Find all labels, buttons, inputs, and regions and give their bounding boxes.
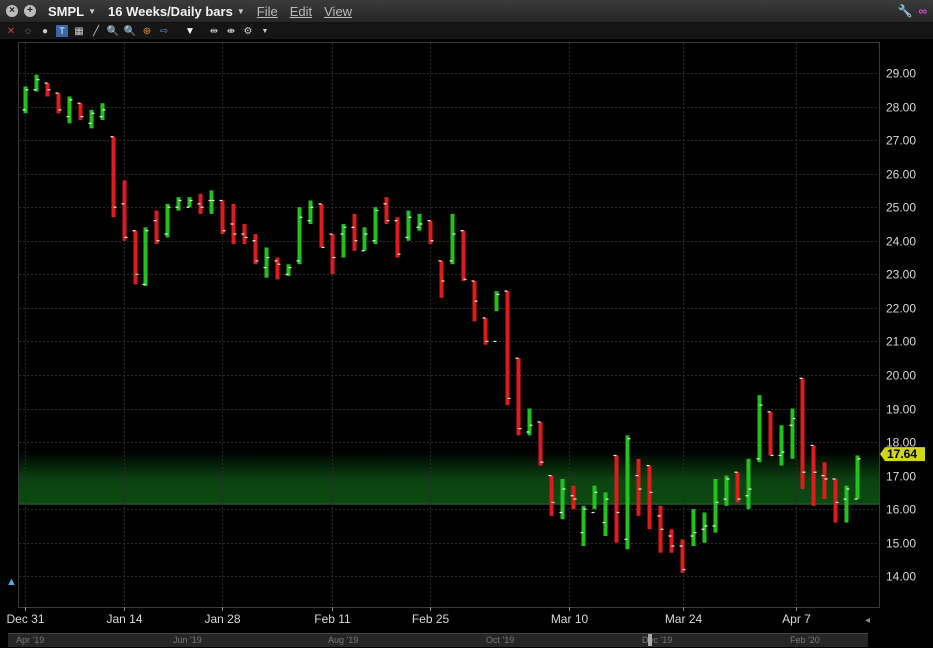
y-tick-label: 26.00 (886, 168, 916, 182)
y-tick-label: 24.00 (886, 235, 916, 249)
y-tick-label: 14.00 (886, 570, 916, 584)
scroll-thumb[interactable] (648, 634, 652, 646)
y-tick-label: 21.00 (886, 335, 916, 349)
scroll-label-dec19: Dec '19 (642, 635, 673, 645)
y-tick-label: 20.00 (886, 369, 916, 383)
y-tick-label: 17.00 (886, 470, 916, 484)
scroll-label-feb20: Feb '20 (790, 635, 820, 645)
y-tick-label: 16.00 (886, 503, 916, 517)
x-tick-label: Feb 11 (314, 612, 351, 626)
x-tick-label: Mar 24 (665, 612, 703, 626)
last-price-label: 17.64 (887, 447, 917, 461)
y-tick-label: 28.00 (886, 101, 916, 115)
scroll-label-apr19: Apr '19 (16, 635, 45, 645)
scroll-label-oct19: Oct '19 (486, 635, 515, 645)
timeline-scrollbar[interactable]: Apr '19 Jun '19 Aug '19 Oct '19 Dec '19 … (8, 633, 868, 647)
y-tick-label: 19.00 (886, 403, 916, 417)
price-chart: 14.0015.0016.0017.0018.0019.0020.0021.00… (6, 43, 925, 626)
y-tick-label: 22.00 (886, 302, 916, 316)
y-tick-label: 15.00 (886, 537, 916, 551)
x-tick-label: Jan 14 (106, 612, 142, 626)
y-tick-label: 27.00 (886, 134, 916, 148)
x-tick-label: Feb 25 (412, 612, 450, 626)
scroll-label-jun19: Jun '19 (173, 635, 202, 645)
y-tick-label: 25.00 (886, 201, 916, 215)
x-tick-label: Jan 28 (204, 612, 240, 626)
scroll-label-aug19: Aug '19 (328, 635, 359, 645)
x-tick-label: Dec 31 (6, 612, 44, 626)
x-tick-label: Apr 7 (782, 612, 811, 626)
y-tick-label: 29.00 (886, 67, 916, 81)
y-tick-label: 23.00 (886, 268, 916, 282)
left-axis-marker-icon: ▲ (6, 576, 17, 588)
right-scroll-icon[interactable]: ◂ (865, 615, 870, 626)
x-tick-label: Mar 10 (551, 612, 589, 626)
